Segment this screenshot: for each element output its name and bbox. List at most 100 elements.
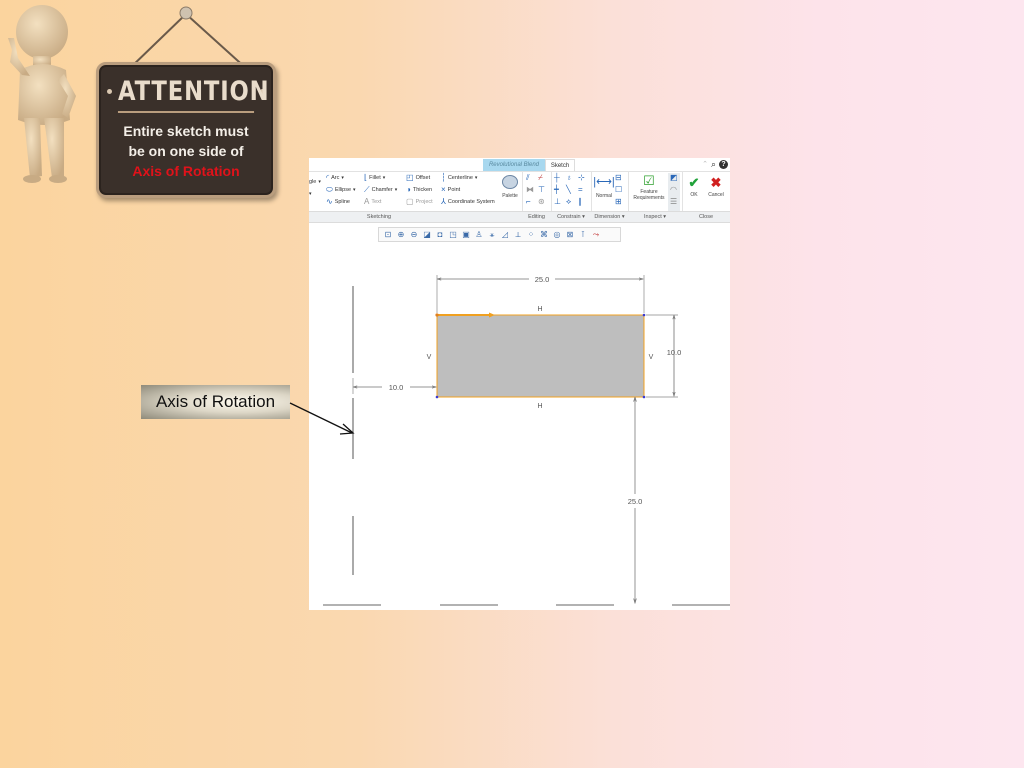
arc-tool[interactable]: ◜ Arc ▾ bbox=[326, 173, 344, 183]
palette-icon bbox=[502, 175, 518, 189]
divide-icon[interactable]: ⊤ bbox=[538, 185, 545, 194]
parallel-constraint-icon[interactable]: ∥ bbox=[578, 197, 582, 206]
tab-revolutional-blend[interactable]: Revolutional Blend bbox=[483, 159, 545, 171]
sign-line-2: be on one side of bbox=[128, 143, 244, 159]
fillet-tool[interactable]: ⌊ Fillet ▾ bbox=[364, 173, 385, 183]
text-label: Text bbox=[371, 199, 382, 205]
chamfer-label: Chamfer bbox=[371, 187, 393, 193]
ribbon-tab-bar: Revolutional Blend Sketch ⌃ ⌕ ? bbox=[309, 158, 730, 171]
symmetric-constraint-icon[interactable]: ⟡ bbox=[566, 197, 571, 206]
group-close[interactable]: Close bbox=[682, 212, 730, 223]
group-constrain[interactable]: Constrain ▾ bbox=[551, 212, 591, 223]
constraint-vertical-right: V bbox=[649, 354, 654, 361]
fillet-label: Fillet bbox=[369, 175, 381, 181]
dimension-table-icon[interactable]: ⊞ bbox=[615, 197, 622, 206]
group-inspect-label: Inspect bbox=[643, 214, 662, 220]
project-tool[interactable]: ▢ Project bbox=[406, 197, 433, 207]
rotate-resize-icon[interactable]: ⊛ bbox=[538, 197, 545, 206]
corner-icon[interactable]: ⌐ bbox=[526, 197, 531, 206]
project-icon: ▢ bbox=[406, 197, 414, 206]
midpoint-constraint-icon[interactable]: ⊹ bbox=[578, 173, 585, 182]
palette-label: Palette bbox=[502, 193, 518, 199]
group-sketching-label: Sketching bbox=[366, 214, 392, 220]
dimension-axis-offset-value: 10.0 bbox=[389, 383, 404, 392]
tangent-constraint-icon[interactable]: ♁ bbox=[566, 173, 572, 182]
chamfer-tool[interactable]: ⟋ Chamfer ▾ bbox=[364, 185, 397, 195]
mirror-icon[interactable]: ⧓ bbox=[526, 185, 534, 194]
help-icon[interactable]: ? bbox=[719, 159, 728, 169]
cancel-button[interactable]: ✖ Cancel bbox=[704, 174, 728, 198]
vertical-constraint-icon[interactable]: ┼ bbox=[554, 173, 560, 182]
sign-title: ATTENTION bbox=[117, 71, 269, 113]
point-tool[interactable]: × Point bbox=[441, 185, 460, 195]
coordinate-system-tool[interactable]: ⅄ Coordinate System bbox=[441, 197, 495, 207]
dropdown-arrow-icon: ▾ bbox=[318, 179, 321, 185]
ribbon-cut-tool[interactable]: ▾ bbox=[309, 189, 312, 199]
overlapping-geometry-icon[interactable]: ◩ bbox=[670, 173, 678, 182]
sketch-canvas[interactable]: H H V V 25.0 10.0 10.0 25.0 bbox=[309, 224, 730, 610]
dimension-vertical-offset[interactable]: 25.0 bbox=[628, 398, 643, 603]
coincident-constraint-icon[interactable]: ╲ bbox=[566, 185, 571, 194]
dimension-height-value: 10.0 bbox=[667, 348, 682, 357]
ribbon-group-labels: Sketching Editing Constrain ▾ Dimension … bbox=[309, 211, 730, 223]
sketch-vertex[interactable] bbox=[435, 313, 439, 317]
coordinate-system-label: Coordinate System bbox=[447, 199, 495, 205]
spline-label: Spline bbox=[334, 199, 350, 205]
ok-label: OK bbox=[690, 192, 698, 198]
dropdown-arrow-icon: ▾ bbox=[309, 191, 312, 197]
group-dimension[interactable]: Dimension ▾ bbox=[591, 212, 628, 223]
thinking-figure-illustration bbox=[8, 5, 76, 183]
dimension-width-value: 25.0 bbox=[535, 275, 550, 284]
centerline-tool[interactable]: ┆ Centerline ▾ bbox=[441, 173, 477, 183]
spline-icon: ∿ bbox=[326, 197, 333, 206]
spline-tool[interactable]: ∿ Spline bbox=[326, 197, 350, 207]
group-editing[interactable]: Editing bbox=[522, 212, 551, 223]
arc-icon: ◜ bbox=[326, 173, 330, 182]
shade-closed-loops-icon[interactable]: ◠ bbox=[670, 185, 677, 194]
text-tool[interactable]: A Text bbox=[364, 197, 381, 207]
ribbon-cut-tool[interactable]: gle ▾ bbox=[309, 177, 321, 187]
highlight-open-ends-icon[interactable]: ☰ bbox=[670, 197, 677, 206]
thicken-icon: ◑ bbox=[406, 185, 411, 194]
point-label: Point bbox=[447, 187, 461, 193]
baseline-dimension-icon[interactable]: ⊟ bbox=[615, 173, 622, 182]
window-top-icons: ⌃ ⌕ ? bbox=[702, 158, 728, 170]
palette-button[interactable]: Palette bbox=[499, 175, 521, 199]
sign-board: ATTENTION Entire sketch must be on one s… bbox=[96, 62, 276, 198]
modify-icon[interactable]: ⫽ bbox=[526, 173, 530, 182]
close-icon: ✖ bbox=[710, 175, 722, 190]
group-sketching[interactable]: Sketching bbox=[309, 212, 449, 223]
horizontal-constraint-icon[interactable]: ┿ bbox=[554, 185, 559, 194]
thicken-tool[interactable]: ◑ Thicken bbox=[406, 185, 432, 195]
delete-segment-icon[interactable]: ⌿ bbox=[538, 173, 543, 182]
dropdown-arrow-icon: ▾ bbox=[621, 214, 625, 220]
normal-dimension-icon: |⟷| bbox=[593, 176, 615, 188]
sketch-vertex[interactable] bbox=[642, 395, 646, 399]
tab-sketch[interactable]: Sketch bbox=[545, 159, 575, 171]
offset-tool[interactable]: ◰ Offset bbox=[406, 173, 430, 183]
search-icon[interactable]: ⌕ bbox=[711, 159, 716, 170]
perpendicular-constraint-icon[interactable]: ⊥ bbox=[554, 197, 561, 206]
ellipse-tool[interactable]: ⬭ Ellipse ▾ bbox=[326, 185, 356, 195]
inspect-side-strip: ◩ ◠ ☰ bbox=[668, 173, 680, 211]
sketch-vertex[interactable] bbox=[435, 395, 439, 399]
sketch-rectangle[interactable] bbox=[436, 314, 645, 398]
dimension-axis-offset[interactable]: 10.0 bbox=[352, 378, 436, 394]
feature-requirements-label-2: Requirements bbox=[633, 195, 665, 201]
sketch-vertex[interactable] bbox=[642, 313, 646, 317]
dropdown-arrow-icon: ▾ bbox=[663, 214, 667, 220]
sign-message: Entire sketch must be on one side of Axi… bbox=[103, 121, 269, 181]
normal-dimension-button[interactable]: |⟷| Normal bbox=[593, 175, 615, 199]
reference-dimension-icon[interactable]: ☐ bbox=[615, 185, 622, 194]
constraint-horizontal-bottom: H bbox=[537, 403, 542, 410]
feature-requirements-button[interactable]: ☑ Feature Requirements bbox=[631, 173, 667, 201]
minimize-ribbon-icon[interactable]: ⌃ bbox=[702, 160, 708, 168]
group-editing-label: Editing bbox=[528, 214, 545, 220]
group-inspect[interactable]: Inspect ▾ bbox=[628, 212, 682, 223]
offset-icon: ◰ bbox=[406, 173, 414, 182]
equal-constraint-icon[interactable]: = bbox=[578, 185, 583, 194]
offset-label: Offset bbox=[415, 175, 431, 181]
ok-button[interactable]: ✔ OK bbox=[685, 174, 703, 198]
axis-of-rotation-callout: Axis of Rotation bbox=[141, 385, 290, 419]
ellipse-label: Ellipse bbox=[334, 187, 352, 193]
